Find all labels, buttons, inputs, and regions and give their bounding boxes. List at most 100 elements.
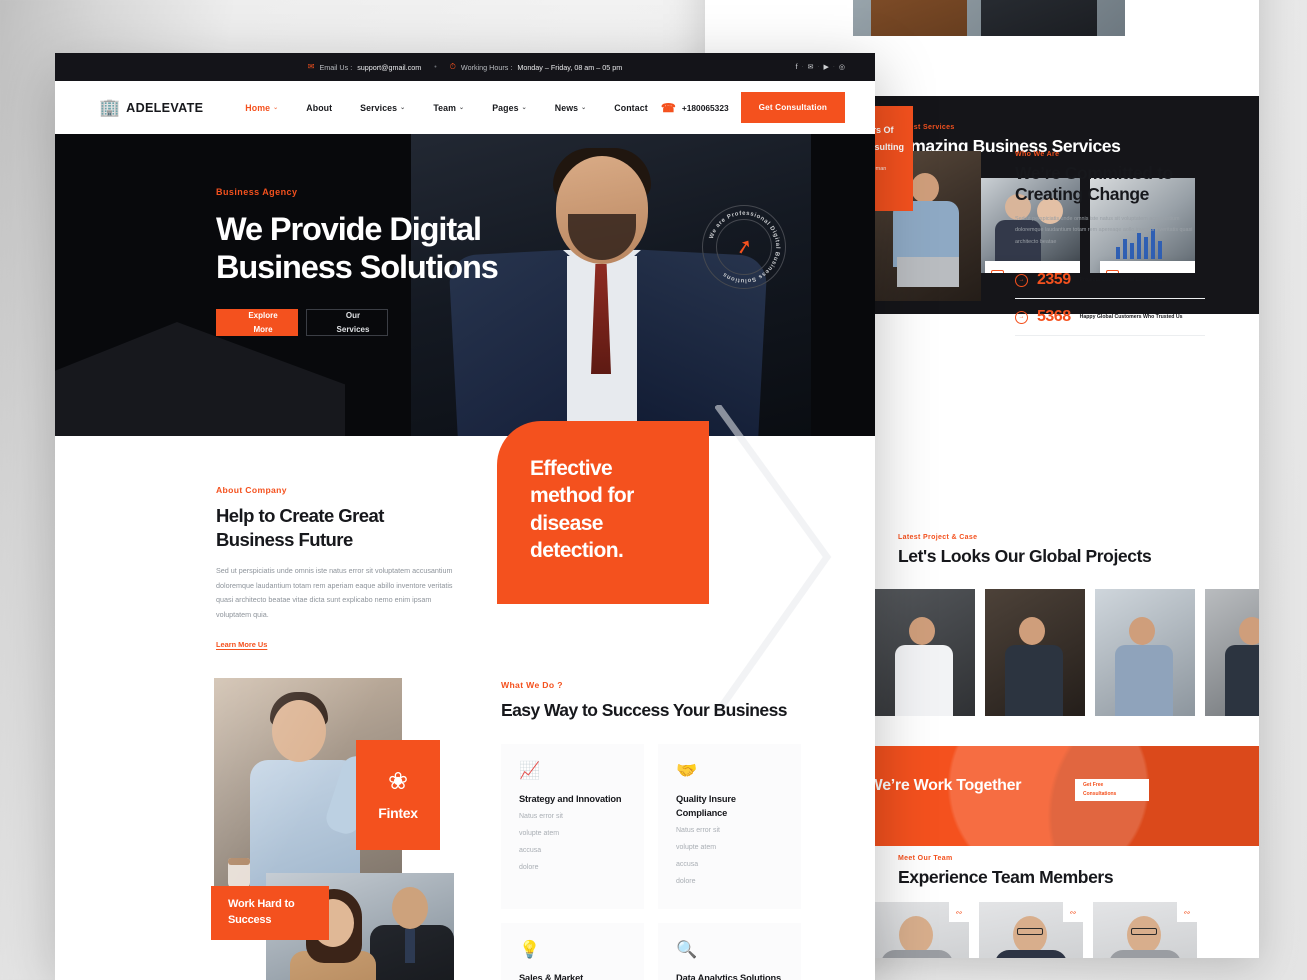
hero-buttons: Explore More Our Services — [216, 309, 546, 337]
about-eyebrow: About Company — [216, 485, 287, 495]
arrow-right-icon: → — [1015, 273, 1028, 287]
effective-method-title: Effective method for disease detection. — [530, 457, 634, 562]
preview-team-heading: Meet Our Team Experience Team Members — [898, 855, 1114, 888]
share-icon[interactable]: ∾ — [1063, 902, 1083, 922]
fintex-badge: ❀ Fintex — [356, 740, 440, 850]
nav-label: Pages — [492, 102, 519, 113]
learn-more-link[interactable]: Learn More Us — [216, 640, 267, 649]
nav-item-about[interactable]: About — [292, 103, 346, 113]
nav-phone-number: +180065323 — [681, 102, 729, 113]
preview-projects-gallery — [875, 589, 1259, 716]
site-logo[interactable]: 🏢 ADELEVATE — [99, 99, 203, 116]
chevron-down-icon: ⌄ — [581, 105, 587, 111]
get-consultation-button[interactable]: Get Consultation — [740, 92, 845, 123]
service-card-line: accusa — [519, 847, 542, 855]
preview-project-thumb[interactable] — [875, 589, 975, 716]
preview-who-body: Sed ut perspiciatis unde omnis iste natu… — [1015, 216, 1193, 245]
headset-icon: ☎ — [660, 100, 676, 115]
nav-item-home[interactable]: Home ⌄ — [231, 103, 292, 113]
preview-cta-button[interactable]: Get Free Consultations — [1075, 779, 1149, 801]
preview-services-eyebrow: Latest Services — [898, 124, 955, 131]
about-body: Sed ut perspiciatis unde omnis iste natu… — [216, 566, 453, 619]
explore-more-button[interactable]: Explore More — [216, 309, 298, 337]
hero-title: We Provide Digital Business Solutions — [216, 211, 499, 286]
nav-item-news[interactable]: News ⌄ — [541, 103, 601, 113]
our-services-l1: Our — [345, 311, 361, 321]
our-services-l2: Services — [336, 324, 370, 334]
service-card-title: Quality Insure Compliance — [676, 794, 736, 819]
service-card-title: Strategy and Innovation — [519, 794, 622, 805]
service-card-line: volupte atem — [676, 843, 717, 851]
flower-logo-icon: ❀ — [387, 767, 409, 795]
envelope-icon: ✉ — [307, 62, 315, 71]
preview-who-eyebrow: Who We Are — [1015, 151, 1060, 158]
clock-icon: ⏱ — [449, 62, 456, 71]
twitter-icon[interactable]: ✉ — [804, 63, 818, 71]
nav-label: Services — [360, 102, 398, 113]
preview-stat-number: 5368 — [1037, 308, 1071, 326]
preview-stat-number: 2359 — [1037, 271, 1071, 289]
preview-team-gallery: ∾ ∾ ∾ — [865, 902, 1197, 958]
preview-project-thumb[interactable] — [985, 589, 1085, 716]
youtube-icon[interactable]: ▶ — [820, 63, 833, 71]
nav-menu: Home ⌄ About Services ⌄ Team ⌄ Pages ⌄ News ⌄… — [231, 103, 661, 113]
topbar-hours-label: Working Hours : — [460, 62, 513, 72]
preview-team-title: Experience Team Members — [898, 867, 1114, 887]
preview-who-we-are-section: Who We Are We’re Committed to Creating C… — [1015, 151, 1205, 337]
nav-item-team[interactable]: Team ⌄ — [419, 103, 478, 113]
work-hard-text: Work Hard to Success — [228, 898, 295, 926]
service-card-line: volupte atem — [519, 830, 560, 838]
preview-project-thumb[interactable] — [1095, 589, 1195, 716]
preview-project-thumb[interactable] — [1205, 589, 1259, 716]
nav-item-pages[interactable]: Pages ⌄ — [478, 103, 541, 113]
nav-item-contact[interactable]: Contact — [600, 103, 661, 113]
chevron-down-icon: ⌄ — [521, 105, 527, 111]
handshake-award-icon: 🤝 — [676, 761, 698, 781]
building-icon: 🏢 — [99, 98, 121, 117]
service-card-data[interactable]: 🔍 Data Analytics Solutions Natus error s… — [658, 922, 801, 980]
our-services-button[interactable]: Our Services — [306, 309, 388, 337]
chevron-down-icon: ⌄ — [400, 105, 406, 111]
data-search-icon: 🔍 — [676, 939, 698, 959]
service-card-sales[interactable]: 💡 Sales & Market Research Natus error si… — [501, 922, 644, 980]
about-company-section: About Company Help to Create Great Busin… — [216, 485, 461, 652]
nav-phone[interactable]: ☎ +180065323 — [661, 102, 729, 114]
preview-projects-title: Let's Looks Our Global Projects — [898, 546, 1152, 566]
preview-stat-row: → 5368 Happy Global Customers Who Truste… — [1015, 299, 1205, 337]
service-card-line: dolore — [676, 877, 696, 885]
share-icon[interactable]: ∾ — [1177, 902, 1197, 922]
nav-right-group: ☎ +180065323 Get Consultation — [661, 81, 845, 134]
preview-stat-caption: Happy Global Customers Who Trusted Us — [1079, 313, 1183, 320]
nav-label: Contact — [614, 102, 648, 113]
preview-team-member[interactable]: ∾ — [1093, 902, 1197, 958]
lightbulb-megaphone-icon: 💡 — [519, 939, 541, 959]
share-icon[interactable]: ∾ — [949, 902, 969, 922]
preview-top-photo — [853, 0, 1125, 36]
chevron-down-icon: ⌄ — [273, 105, 279, 111]
arrow-right-icon: → — [1015, 310, 1028, 324]
service-card-title: Data Analytics Solutions — [676, 972, 782, 980]
nav-item-services[interactable]: Services ⌄ — [346, 103, 419, 113]
preview-who-title: We’re Committed to Creating Change — [1015, 163, 1173, 204]
growth-chart-icon: 📈 — [519, 761, 541, 781]
instagram-icon[interactable]: ◎ — [835, 63, 849, 71]
service-card-strategy[interactable]: 📈 Strategy and Innovation Natus error si… — [501, 744, 644, 909]
service-card-line: dolore — [519, 864, 539, 872]
topbar-email-label: Email Us : — [319, 62, 353, 72]
topbar-email[interactable]: ✉ Email Us : support@gmail.com — [308, 63, 421, 72]
preview-team-member[interactable]: ∾ — [865, 902, 969, 958]
explore-more-l2: More — [253, 324, 273, 334]
work-hard-badge: Work Hard to Success — [211, 886, 329, 940]
hero-seal-badge: We are Professional Digital Business Sol… — [702, 205, 786, 289]
preview-team-member[interactable]: ∾ — [979, 902, 1083, 958]
nav-label: Team — [433, 102, 457, 113]
decorative-chevron — [715, 405, 832, 715]
topbar-email-value: support@gmail.com — [357, 62, 422, 72]
service-card-line: Natus error sit — [519, 813, 563, 821]
service-card-line: accusa — [676, 860, 699, 868]
fintex-label: Fintex — [378, 804, 418, 821]
about-image-collage: ❀ Fintex Work Hard to Success — [211, 678, 454, 980]
service-card-quality[interactable]: 🤝 Quality Insure Compliance Natus error … — [658, 744, 801, 909]
facebook-icon[interactable]: f — [792, 64, 802, 71]
preview-projects-eyebrow: Latest Project & Case — [898, 534, 978, 541]
